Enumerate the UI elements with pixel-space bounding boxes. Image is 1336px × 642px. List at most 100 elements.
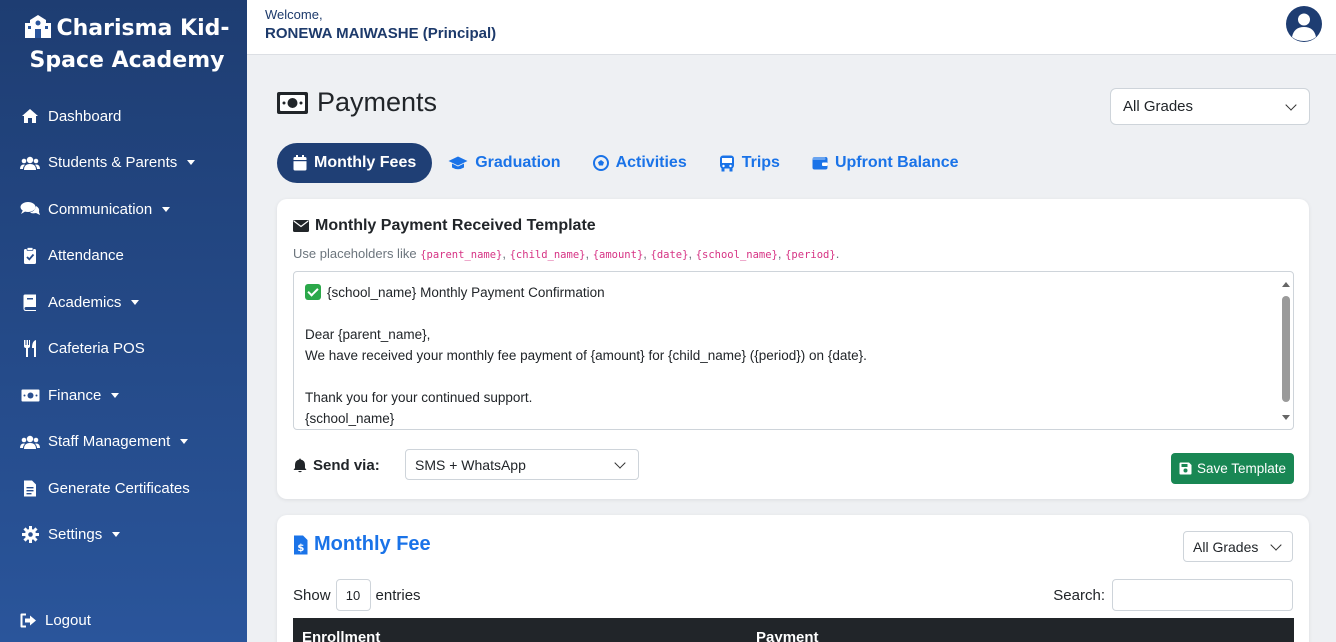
chevron-down-icon (111, 392, 120, 398)
sidebar-item-label: Cafeteria POS (48, 340, 145, 358)
book-icon (20, 293, 40, 311)
sidebar-item-cafeteria-pos[interactable]: Cafeteria POS (0, 326, 247, 373)
placeholder-tag: {amount} (592, 249, 644, 261)
grade-filter-value: All Grades (1193, 538, 1259, 555)
graduation-cap-icon (448, 156, 468, 171)
users-cog-icon (20, 433, 40, 451)
sidebar: Charisma Kid-Space Academy Dashboard Stu… (0, 0, 247, 642)
tab-upfront-balance[interactable]: Upfront Balance (796, 143, 975, 183)
utensils-icon (20, 340, 40, 358)
send-via-text: Send via: (313, 457, 380, 474)
monthly-fee-title: $ Monthly Fee (293, 533, 431, 556)
save-template-label: Save Template (1196, 461, 1287, 476)
logout-link[interactable]: Logout (20, 612, 91, 629)
file-icon (20, 479, 40, 497)
entries-label: entries (375, 586, 421, 604)
table-header: Enrollment Payment (293, 618, 1294, 642)
placeholder-tag: {parent_name} (420, 249, 503, 261)
template-card-title: Monthly Payment Received Template (293, 217, 596, 235)
textarea-scrollbar[interactable] (1281, 276, 1291, 426)
money-bill-icon (277, 91, 308, 114)
table-search: Search: (1053, 579, 1293, 611)
column-header-enrollment[interactable]: Enrollment (302, 629, 380, 642)
bus-icon (719, 155, 735, 172)
sidebar-item-label: Communication (48, 200, 153, 218)
search-label: Search: (1053, 586, 1105, 604)
search-input[interactable] (1112, 579, 1293, 611)
grade-filter-value: All Grades (1123, 98, 1194, 115)
template-message-textarea[interactable]: {school_name} Monthly Payment Confirmati… (293, 271, 1294, 430)
sidebar-item-finance[interactable]: Finance (0, 372, 247, 419)
tab-label: Activities (615, 154, 687, 171)
scrollbar-thumb[interactable] (1282, 296, 1290, 402)
chevron-down-icon (162, 206, 171, 212)
save-template-button[interactable]: Save Template (1171, 453, 1294, 484)
envelope-icon (293, 220, 309, 232)
entries-length-control: Show 10 entries (293, 579, 421, 611)
sidebar-item-communication[interactable]: Communication (0, 186, 247, 233)
sidebar-item-label: Finance (48, 386, 102, 404)
clipboard-check-icon (20, 247, 40, 265)
sidebar-item-attendance[interactable]: Attendance (0, 233, 247, 280)
payment-tabs: Monthly Fees Graduation Activities Trips… (277, 143, 975, 183)
money-bill-icon (20, 386, 40, 404)
send-via-label: Send via: (293, 457, 380, 474)
comments-icon (20, 200, 40, 218)
sidebar-item-settings[interactable]: Settings (0, 512, 247, 559)
tab-monthly-fees[interactable]: Monthly Fees (277, 143, 433, 183)
sidebar-item-dashboard[interactable]: Dashboard (0, 93, 247, 140)
user-avatar-icon[interactable] (1286, 6, 1322, 42)
send-via-select[interactable]: SMS + WhatsApp (405, 449, 639, 480)
message-line: Thank you for your continued support. (305, 390, 533, 405)
brand-name: Charisma Kid-Space Academy (29, 16, 230, 73)
chevron-down-icon (1270, 538, 1282, 551)
sidebar-item-label: Settings (48, 526, 103, 544)
sidebar-item-staff-management[interactable]: Staff Management (0, 419, 247, 466)
chevron-down-icon (180, 439, 189, 445)
tab-label: Monthly Fees (314, 154, 417, 171)
template-message-content: {school_name} Monthly Payment Confirmati… (305, 282, 867, 429)
main-content: Payments All Grades Monthly Fees Graduat… (247, 55, 1336, 642)
sidebar-item-students-parents[interactable]: Students & Parents (0, 140, 247, 187)
page-title: Payments (277, 87, 437, 118)
home-icon (20, 107, 40, 125)
monthly-fee-grade-select[interactable]: All Grades (1183, 531, 1293, 562)
message-line: {school_name} Monthly Payment Confirmati… (327, 285, 605, 300)
chevron-down-icon (187, 160, 196, 166)
tab-activities[interactable]: Activities (577, 143, 703, 183)
scroll-down-arrow-icon[interactable] (1282, 415, 1290, 420)
user-name: RONEWA MAIWASHE (Principal) (265, 25, 497, 42)
template-title-text: Monthly Payment Received Template (315, 217, 596, 234)
chevron-down-icon (112, 532, 121, 538)
column-header-payment[interactable]: Payment (756, 629, 819, 642)
message-line: Dear {parent_name}, (305, 327, 431, 342)
sidebar-item-label: Attendance (48, 247, 124, 265)
brand[interactable]: Charisma Kid-Space Academy (22, 14, 232, 75)
gear-icon (20, 526, 40, 544)
show-label: Show (293, 586, 331, 604)
send-via-value: SMS + WhatsApp (415, 456, 526, 473)
chevron-down-icon (614, 456, 626, 469)
entries-select[interactable]: 10 (335, 579, 371, 611)
placeholder-hint: Use placeholders like {parent_name}, {ch… (293, 246, 840, 261)
futbol-icon (592, 155, 609, 171)
tab-label: Trips (741, 154, 780, 171)
save-icon (1179, 462, 1192, 475)
check-mark-icon (305, 284, 321, 300)
sidebar-item-label: Dashboard (48, 107, 122, 125)
tab-trips[interactable]: Trips (703, 143, 796, 183)
template-card: Monthly Payment Received Template Use pl… (277, 199, 1309, 499)
file-invoice-dollar-icon: $ (293, 535, 308, 555)
sidebar-item-label: Staff Management (48, 433, 171, 451)
scroll-up-arrow-icon[interactable] (1282, 282, 1290, 287)
grade-filter-select[interactable]: All Grades (1110, 88, 1310, 125)
sidebar-item-generate-certificates[interactable]: Generate Certificates (0, 465, 247, 512)
placeholder-tag: {school_name} (695, 249, 778, 261)
tab-graduation[interactable]: Graduation (432, 143, 576, 183)
welcome-text: Welcome, (265, 7, 323, 22)
page-title-text: Payments (317, 87, 438, 117)
sidebar-item-academics[interactable]: Academics (0, 279, 247, 326)
wallet-icon (812, 156, 828, 170)
placeholder-tag: {child_name} (509, 249, 586, 261)
calendar-icon (293, 155, 307, 171)
